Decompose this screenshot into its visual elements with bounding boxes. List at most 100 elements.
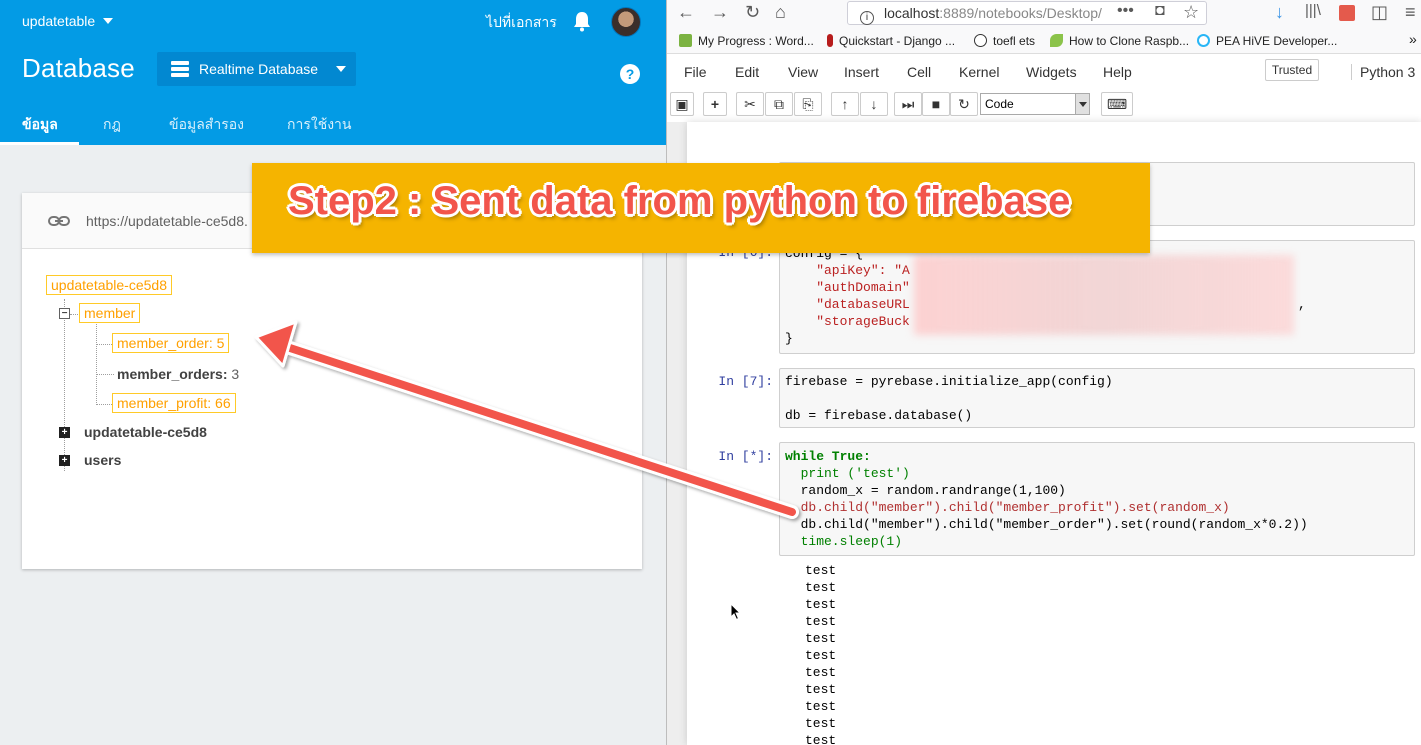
node-key: updatetable-ce5d8: [51, 277, 167, 293]
code-line: db.child("member").child("member_order")…: [785, 517, 1308, 532]
save-icon[interactable]: ▣: [670, 92, 694, 116]
node-key: member_order:: [117, 335, 213, 351]
code-cell[interactable]: firebase = pyrebase.initialize_app(confi…: [779, 368, 1415, 428]
node-value: 3: [231, 366, 240, 382]
checkbox-icon: [679, 34, 692, 47]
tab-usage[interactable]: การใช้งาน: [287, 114, 351, 136]
menu-kernel[interactable]: Kernel: [959, 64, 999, 80]
database-url[interactable]: https://updatetable-ce5d8.: [86, 213, 248, 229]
help-icon[interactable]: ?: [620, 64, 640, 84]
bookmark-star-icon[interactable]: ☆: [1183, 2, 1199, 23]
copy-icon[interactable]: ⧉: [765, 92, 793, 116]
code-comma: ,: [1298, 297, 1306, 312]
browser-window: ← → ↻ ⌂ i localhost:8889/notebooks/Deskto…: [666, 0, 1421, 745]
code-line: }: [785, 331, 793, 346]
page-title: Database: [22, 53, 135, 83]
jupyter-menubar: File Edit View Insert Cell Kernel Widget…: [667, 56, 1421, 86]
tree-node-root[interactable]: updatetable-ce5d8: [46, 275, 172, 295]
pocket-icon[interactable]: ◘: [1155, 2, 1165, 20]
sidebar-icon[interactable]: ◫: [1371, 2, 1388, 23]
project-selector[interactable]: updatetable: [22, 13, 114, 29]
bookmark-item[interactable]: How to Clone Raspb...: [1050, 34, 1189, 48]
extension-icon[interactable]: [1339, 5, 1355, 21]
menu-edit[interactable]: Edit: [735, 64, 759, 80]
node-value: 5: [216, 335, 225, 351]
bell-icon[interactable]: [572, 10, 592, 32]
code-line: "apiKey": "A: [785, 263, 910, 278]
bookmark-item[interactable]: PEA HiVE Developer...: [1197, 34, 1337, 48]
tree-node-member-orders[interactable]: member_orders: 3: [117, 366, 239, 382]
bookmarks-overflow-icon[interactable]: »: [1409, 31, 1417, 47]
home-icon[interactable]: ⌂: [775, 2, 786, 23]
menu-file[interactable]: File: [684, 64, 707, 80]
project-name: updatetable: [22, 13, 96, 29]
move-up-icon[interactable]: ↑: [831, 92, 859, 116]
cell-prompt: In [*]:: [718, 449, 773, 464]
tree-node-updatetable[interactable]: updatetable-ce5d8: [84, 424, 207, 440]
redacted-region: [914, 255, 1294, 335]
paste-icon[interactable]: ⎘: [794, 92, 822, 116]
forward-icon[interactable]: →: [711, 2, 729, 23]
bookmark-item[interactable]: My Progress : Word...: [679, 34, 814, 48]
restart-icon[interactable]: ↻: [950, 92, 978, 116]
active-tab-indicator: [0, 142, 79, 145]
output-line: test: [805, 614, 837, 629]
code-cell[interactable]: config = { "apiKey": "A "authDomain" "da…: [779, 240, 1415, 354]
menu-view[interactable]: View: [788, 64, 818, 80]
kernel-indicator: Python 3: [1351, 64, 1415, 80]
mouse-cursor-icon: [730, 603, 742, 621]
django-icon: [827, 34, 833, 47]
menu-icon[interactable]: ≡: [1405, 2, 1416, 23]
run-icon[interactable]: ⏭: [894, 92, 922, 116]
trusted-indicator[interactable]: Trusted: [1265, 59, 1319, 81]
keyboard-icon[interactable]: ⌨: [1101, 92, 1133, 116]
node-key: users: [84, 452, 122, 468]
firebase-header: updatetable ไปที่เอกสาร Database Realtim…: [0, 0, 666, 145]
expand-icon[interactable]: +: [59, 427, 70, 438]
tree-node-member[interactable]: member: [79, 303, 141, 323]
avatar[interactable]: [611, 7, 641, 37]
more-icon[interactable]: •••: [1117, 2, 1134, 20]
bookmark-label: Quickstart - Django ...: [839, 34, 956, 48]
output-line: test: [805, 665, 837, 680]
bookmark-label: toefl ets: [993, 34, 1036, 48]
code-line: firebase = pyrebase.initialize_app(confi…: [785, 374, 1113, 389]
output-line: test: [805, 699, 837, 714]
code-line: "storageBuck: [785, 314, 910, 329]
url-bar[interactable]: i localhost:8889/notebooks/Desktop/: [847, 1, 1207, 25]
docs-link[interactable]: ไปที่เอกสาร: [486, 12, 557, 34]
menu-widgets[interactable]: Widgets: [1026, 64, 1077, 80]
menu-help[interactable]: Help: [1103, 64, 1132, 80]
tab-data[interactable]: ข้อมูล: [22, 114, 58, 136]
code-line: db.child("member").child("member_profit"…: [785, 500, 1230, 515]
expand-icon[interactable]: +: [59, 455, 70, 466]
output-line: test: [805, 580, 837, 595]
info-icon[interactable]: i: [860, 11, 874, 25]
library-icon[interactable]: |||\: [1305, 2, 1321, 19]
tab-rules[interactable]: กฎ: [103, 114, 121, 136]
move-down-icon[interactable]: ↓: [860, 92, 888, 116]
database-type-selector[interactable]: Realtime Database: [157, 52, 356, 86]
step-banner: Step2 : Sent data from python to firebas…: [252, 163, 1150, 253]
link-icon[interactable]: [48, 212, 70, 230]
tree-node-member-order[interactable]: member_order: 5: [112, 333, 230, 353]
tree-node-member-profit[interactable]: member_profit: 66: [112, 393, 236, 413]
collapse-icon[interactable]: −: [59, 308, 70, 319]
download-icon[interactable]: ↓: [1275, 2, 1284, 23]
reload-icon[interactable]: ↻: [745, 2, 760, 23]
stop-icon[interactable]: ■: [922, 92, 950, 116]
menu-cell[interactable]: Cell: [907, 64, 931, 80]
menu-insert[interactable]: Insert: [844, 64, 879, 80]
cell-type-select[interactable]: Code: [980, 93, 1090, 115]
tab-backups[interactable]: ข้อมูลสำรอง: [169, 114, 244, 136]
back-icon[interactable]: ←: [677, 2, 695, 23]
cut-icon[interactable]: ✂: [736, 92, 764, 116]
code-line: "databaseURL: [785, 297, 910, 312]
tree-node-users[interactable]: users: [84, 452, 121, 468]
bookmark-item[interactable]: toefl ets: [974, 34, 1035, 48]
bookmark-item[interactable]: Quickstart - Django ...: [827, 34, 955, 48]
code-cell[interactable]: while True: print ('test') random_x = ra…: [779, 442, 1415, 556]
database-icon: [171, 61, 189, 77]
cell-prompt: In [7]:: [718, 374, 773, 389]
add-cell-icon[interactable]: +: [703, 92, 727, 116]
